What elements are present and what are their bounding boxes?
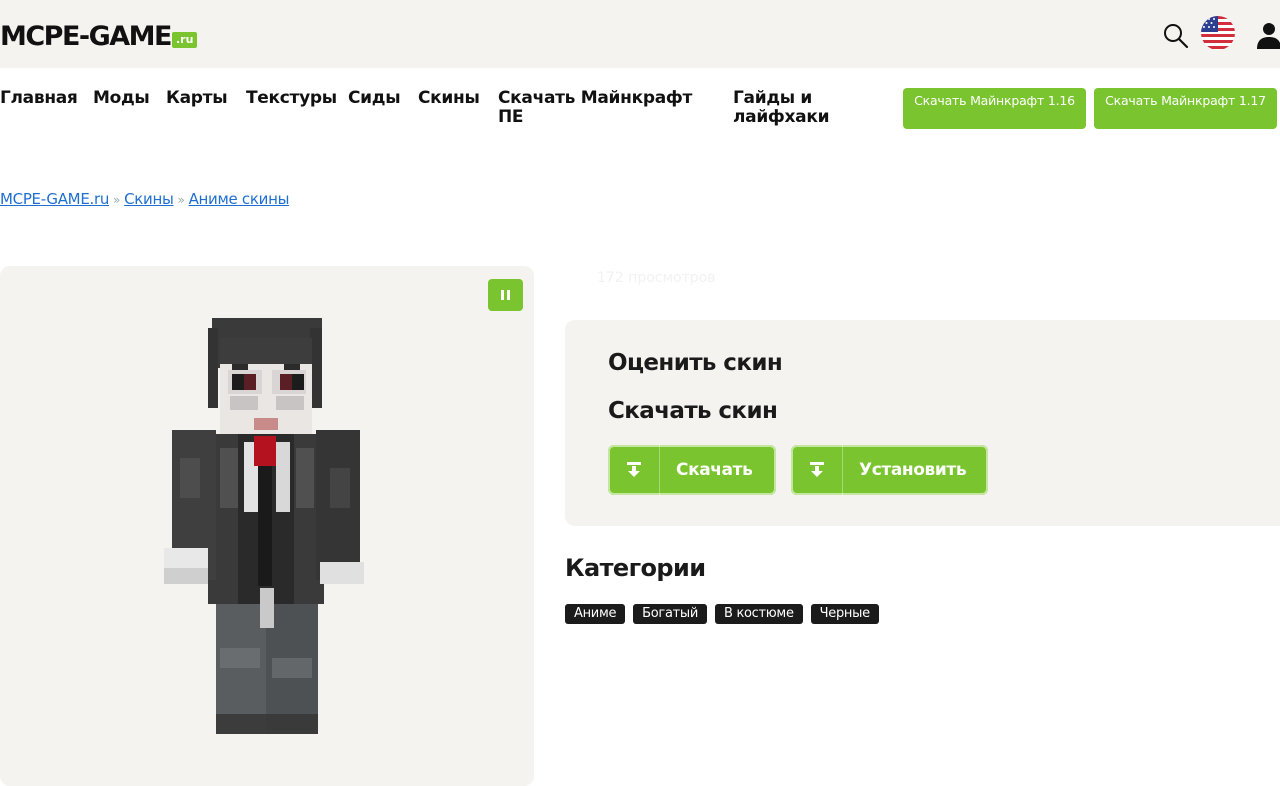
nav-item-guides[interactable]: Гайды и лайфхаки — [733, 89, 843, 127]
nav-item-mods[interactable]: Моды — [93, 89, 150, 108]
us-flag-icon[interactable] — [1200, 15, 1236, 51]
logo-suffix: .ru — [172, 32, 198, 48]
nav-item-maps[interactable]: Карты — [166, 89, 228, 108]
download-icon — [608, 445, 660, 495]
site-header: MCPE-GAME .ru — [0, 0, 1280, 68]
tag-black[interactable]: Черные — [810, 604, 879, 624]
download-117-button[interactable]: Скачать Майнкрафт 1.17 — [1094, 88, 1277, 129]
breadcrumb-anime-link[interactable]: Аниме скины — [189, 190, 290, 208]
categories-heading: Категории — [565, 554, 706, 582]
breadcrumb-separator: » — [113, 193, 121, 207]
minecraft-skin-model[interactable] — [160, 318, 366, 738]
site-logo[interactable]: MCPE-GAME .ru — [0, 20, 198, 52]
install-label: Установить — [859, 460, 967, 480]
pause-icon — [507, 290, 510, 300]
install-button[interactable]: Установить — [791, 445, 988, 495]
tag-suit[interactable]: В костюме — [715, 604, 803, 624]
breadcrumb-skins-link[interactable]: Скины — [124, 190, 174, 208]
logo-text: MCPE-GAME — [0, 21, 173, 52]
download-button[interactable]: Скачать — [608, 445, 776, 495]
nav-item-skins[interactable]: Скины — [418, 89, 480, 108]
pause-icon — [501, 290, 504, 300]
nav-item-home[interactable]: Главная — [0, 89, 78, 108]
category-tags: Аниме Богатый В костюме Черные — [565, 604, 879, 624]
breadcrumb-separator: » — [177, 193, 185, 207]
nav-item-textures[interactable]: Текстуры — [246, 89, 337, 108]
breadcrumb-home-link[interactable]: MCPE-GAME.ru — [0, 190, 109, 208]
install-icon — [791, 445, 843, 495]
download-116-button[interactable]: Скачать Майнкрафт 1.16 — [903, 88, 1086, 129]
rate-skin-heading: Оценить скин — [608, 350, 783, 376]
search-icon[interactable] — [1162, 22, 1190, 50]
download-label: Скачать — [676, 460, 753, 480]
user-icon[interactable] — [1254, 20, 1280, 50]
pause-button[interactable] — [488, 279, 523, 311]
nav-item-download-pe[interactable]: Скачать Майнкрафт ПЕ — [498, 89, 703, 127]
views-count: 172 просмотров — [597, 270, 716, 286]
breadcrumb: MCPE-GAME.ru » Скины» Аниме скины — [0, 189, 289, 210]
nav-item-seeds[interactable]: Сиды — [348, 89, 401, 108]
download-skin-heading: Скачать скин — [608, 398, 778, 424]
tag-rich[interactable]: Богатый — [633, 604, 708, 624]
tag-anime[interactable]: Аниме — [565, 604, 626, 624]
